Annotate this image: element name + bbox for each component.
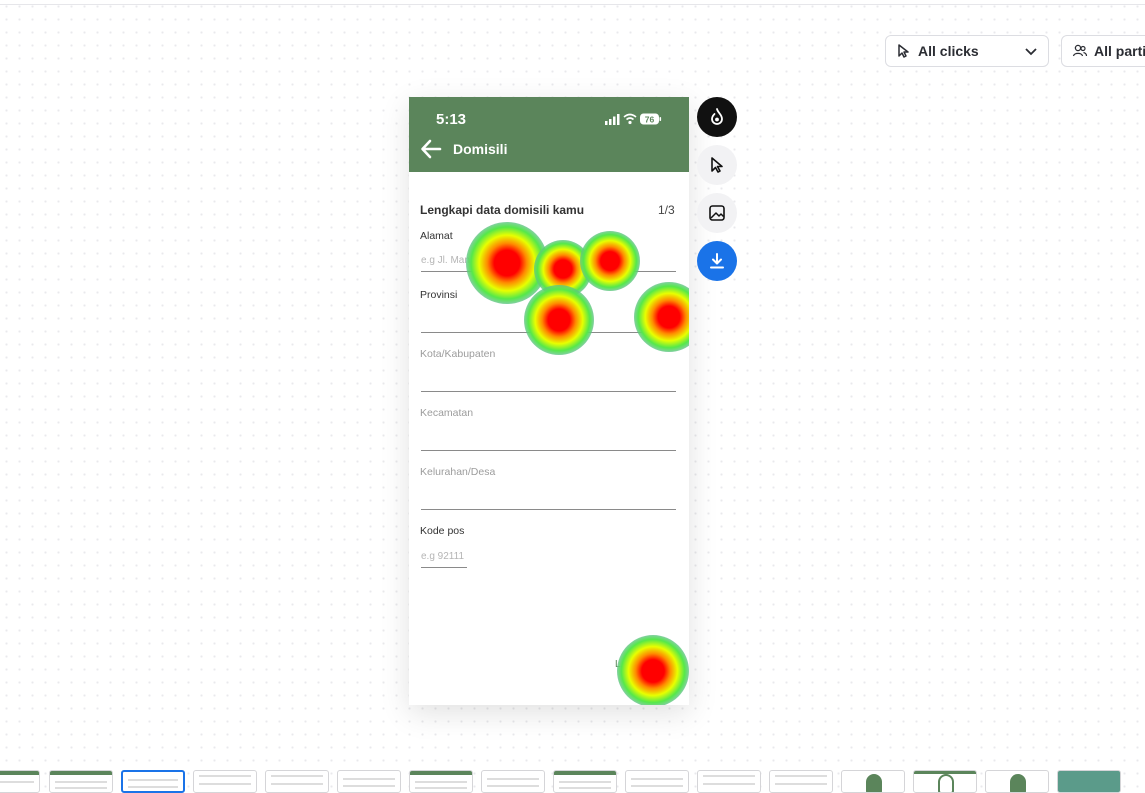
- clicks-filter-dropdown[interactable]: All clicks: [885, 35, 1049, 67]
- participants-filter-label: All partic: [1094, 43, 1145, 59]
- screen-title: Domisili: [453, 141, 508, 157]
- screen-thumbnail[interactable]: [481, 770, 545, 793]
- screen-thumbnail[interactable]: [265, 770, 329, 793]
- screen-thumbnail[interactable]: [769, 770, 833, 793]
- screens-thumbnail-strip: [0, 770, 1145, 793]
- step-indicator: 1/3: [658, 203, 675, 217]
- field-label-alamat: Alamat: [420, 230, 453, 242]
- form-heading: Lengkapi data domisili kamu: [420, 203, 585, 217]
- click-cursor-icon: [711, 157, 723, 173]
- download-icon: [710, 253, 724, 269]
- kecamatan-input[interactable]: [421, 433, 676, 451]
- download-button[interactable]: [697, 241, 737, 281]
- users-icon: [1072, 43, 1088, 59]
- screen-thumbnail[interactable]: [841, 770, 905, 793]
- battery-level: 76: [645, 114, 655, 124]
- clickmap-view-button[interactable]: [697, 145, 737, 185]
- participants-filter-dropdown[interactable]: All partic: [1061, 35, 1145, 67]
- image-icon: [709, 205, 725, 221]
- top-divider: [0, 4, 1145, 5]
- clicks-filter-label: All clicks: [918, 43, 979, 59]
- screen-thumbnail[interactable]: [553, 770, 617, 793]
- screen-thumbnail[interactable]: [625, 770, 689, 793]
- screen-thumbnail[interactable]: [985, 770, 1049, 793]
- kota-input[interactable]: [421, 374, 676, 392]
- kelurahan-input[interactable]: [421, 492, 676, 510]
- chevron-down-icon: [1024, 44, 1038, 58]
- screen-thumbnail-selected[interactable]: [121, 770, 185, 793]
- screen-thumbnail[interactable]: [49, 770, 113, 793]
- screen-thumbnail[interactable]: [697, 770, 761, 793]
- field-label-kecamatan: Kecamatan: [420, 407, 474, 419]
- heatmap-icon: [711, 108, 723, 125]
- phone-screen: 5:13 76 Domisili Lengkapi data domisili …: [409, 97, 689, 705]
- provinsi-input[interactable]: [421, 315, 676, 333]
- click-cursor-icon: [896, 43, 912, 59]
- field-label-kota: Kota/Kabupaten: [420, 348, 496, 360]
- heatmap-view-button[interactable]: [697, 97, 737, 137]
- screen-thumbnail[interactable]: [1057, 770, 1121, 793]
- field-label-kelurahan: Kelurahan/Desa: [420, 466, 496, 478]
- kode-pos-input[interactable]: e.g 92111: [421, 550, 467, 568]
- screen-thumbnail[interactable]: [913, 770, 977, 793]
- screen-thumbnail[interactable]: [409, 770, 473, 793]
- field-label-kode-pos: Kode pos: [420, 525, 465, 537]
- next-button[interactable]: LANJ: [615, 659, 641, 670]
- screen-thumbnail[interactable]: [193, 770, 257, 793]
- field-label-provinsi: Provinsi: [420, 289, 458, 301]
- screen-thumbnail[interactable]: [0, 770, 40, 793]
- status-icons: 76: [605, 113, 662, 125]
- app-header: 5:13 76 Domisili: [409, 97, 689, 172]
- back-arrow-icon[interactable]: [420, 138, 442, 160]
- status-time: 5:13: [436, 111, 467, 128]
- image-view-button[interactable]: [697, 193, 737, 233]
- alamat-input[interactable]: e.g Jl. Man: [421, 254, 676, 272]
- screen-thumbnail[interactable]: [337, 770, 401, 793]
